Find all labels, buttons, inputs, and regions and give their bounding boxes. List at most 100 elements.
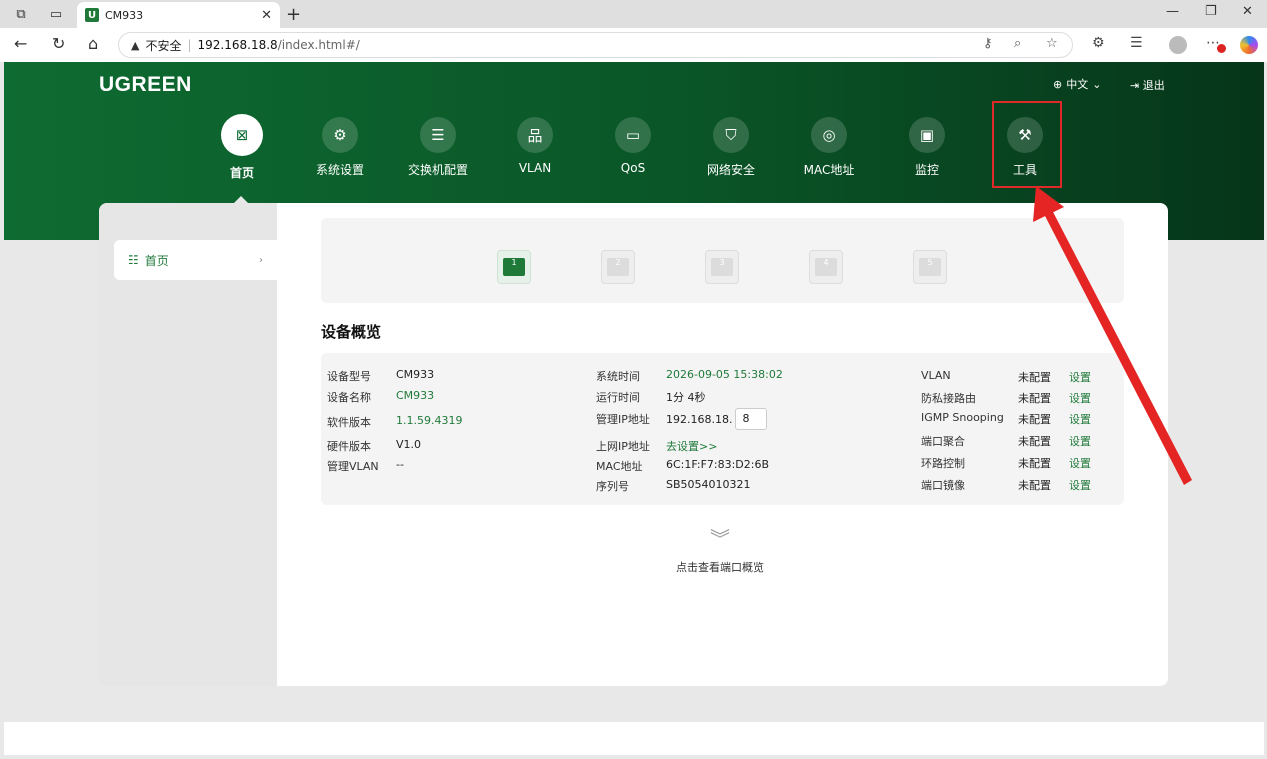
monitor-icon: ▣ [909, 117, 945, 153]
url-field[interactable]: ▲ 不安全 | 192.168.18.8/index.html#/ [118, 32, 1073, 58]
browser-tabbar: ⧉ ▭ U CM933 ✕ + — ❐ ✕ [0, 0, 1267, 28]
profile-avatar[interactable] [1169, 36, 1187, 54]
view-port-overview-link[interactable]: 点击查看端口概览 [655, 559, 785, 575]
notification-badge [1217, 44, 1226, 53]
logout-button[interactable]: ⇥ 退出 [1130, 77, 1165, 93]
info-row: 硬件版本 V1.0 [327, 438, 421, 454]
back-button[interactable]: ← [14, 34, 27, 53]
device-name-link[interactable]: CM933 [396, 389, 434, 405]
feature-status: 未配置 [1018, 413, 1051, 426]
info-key: 管理IP地址 [596, 413, 650, 426]
feature-row: 端口聚合 未配置 设置 [921, 433, 1091, 449]
feature-setup-link[interactable]: 设置 [1069, 369, 1091, 385]
nav-label: QoS [620, 161, 646, 175]
expand-chevron-icon[interactable]: ︾ [655, 523, 785, 552]
port-panel: 1 2 3 4 5 [321, 218, 1124, 303]
firmware-link[interactable]: 1.1.59.4319 [396, 414, 462, 430]
nav-item-qos[interactable]: ▭ QoS [588, 117, 678, 175]
info-row: 管理VLAN -- [327, 458, 404, 474]
port-1[interactable]: 1 [497, 250, 531, 284]
info-key: 设备名称 [327, 391, 371, 404]
tab-actions-icon[interactable]: ▭ [45, 3, 67, 25]
nav-item-mac[interactable]: ◎ MAC地址 [784, 117, 874, 178]
refresh-button[interactable]: ↻ [52, 34, 65, 53]
port-4[interactable]: 4 [809, 250, 843, 284]
nav-label: 网络安全 [706, 163, 755, 177]
nav-item-vlan[interactable]: 品 VLAN [490, 117, 580, 175]
feature-name: IGMP Snooping [921, 411, 1004, 424]
home-button[interactable]: ⌂ [88, 34, 98, 53]
sidebar-item-home[interactable]: ☷ 首页 › [114, 240, 277, 280]
content-card: ☷ 首页 › 1 2 3 4 5 设备概览 设备型号 CM933 设备名称 CM93… [99, 203, 1168, 686]
brand-logo: UGREEN [99, 73, 192, 96]
device-overview: 设备型号 CM933 设备名称 CM933 软件版本 1.1.59.4319 硬件版本… [321, 353, 1124, 505]
feature-status: 未配置 [1018, 371, 1051, 384]
feature-name: 端口聚合 [921, 435, 965, 448]
nav-item-home[interactable]: ⊠ 首页 [197, 114, 287, 181]
feature-name: VLAN [921, 369, 951, 382]
globe-icon: ◎ [811, 117, 847, 153]
info-value: -- [396, 458, 404, 471]
feature-name: 防私接路由 [921, 392, 976, 405]
feature-setup-link[interactable]: 设置 [1069, 477, 1091, 493]
nav-label: MAC地址 [803, 163, 855, 177]
feature-name: 环路控制 [921, 457, 965, 470]
workspaces-icon[interactable]: ⧉ [10, 3, 32, 25]
nav-item-system-settings[interactable]: ⚙ 系统设置 [295, 117, 385, 178]
address-bar-row: ← ↻ ⌂ ▲ 不安全 | 192.168.18.8/index.html#/ … [0, 28, 1267, 62]
info-row: 设备型号 CM933 [327, 368, 434, 384]
port-5[interactable]: 5 [913, 250, 947, 284]
feature-name: 端口镜像 [921, 479, 965, 492]
browser-tab[interactable]: U CM933 ✕ [77, 2, 280, 28]
main-nav: ⊠ 首页 ⚙ 系统设置 ☰ 交换机配置 品 VLAN ▭ QoS ⛉ 网络安全 [4, 114, 1264, 197]
key-icon[interactable]: ⚷ [983, 36, 993, 51]
chevron-down-icon: ⌄ [1092, 77, 1102, 91]
favicon-icon: U [85, 8, 99, 22]
sidebar: ☷ 首页 › [99, 203, 277, 686]
extensions-icon[interactable]: ⚙ [1092, 35, 1105, 51]
new-tab-button[interactable]: + [286, 4, 301, 25]
port-3[interactable]: 3 [705, 250, 739, 284]
nav-item-switch-config[interactable]: ☰ 交换机配置 [393, 117, 483, 178]
info-row: 设备名称 CM933 [327, 389, 434, 405]
feature-setup-link[interactable]: 设置 [1069, 390, 1091, 406]
close-window-button[interactable]: ✕ [1242, 4, 1253, 19]
web-page: UGREEN ⊕ 中文 ⌄ ⇥ 退出 ⊠ 首页 ⚙ 系统设置 ☰ 交换机配置 品… [4, 62, 1264, 755]
copilot-icon[interactable] [1240, 36, 1258, 54]
language-selector[interactable]: ⊕ 中文 ⌄ [1053, 76, 1101, 92]
info-row: 系统时间 2026-09-05 15:38:02 [596, 368, 783, 384]
feature-setup-link[interactable]: 设置 [1069, 433, 1091, 449]
port-label: 4 [815, 258, 837, 276]
nav-item-security[interactable]: ⛉ 网络安全 [686, 117, 776, 178]
favorite-star-icon[interactable]: ☆ [1046, 36, 1058, 51]
port-label: 5 [919, 258, 941, 276]
feature-setup-link[interactable]: 设置 [1069, 411, 1091, 427]
wan-setup-link[interactable]: 去设置>> [666, 438, 717, 454]
gear-icon: ⚙ [322, 117, 358, 153]
info-row: 上网IP地址 去设置>> [596, 438, 717, 454]
nav-item-monitor[interactable]: ▣ 监控 [882, 117, 972, 178]
info-key: 序列号 [596, 480, 629, 493]
feature-setup-link[interactable]: 设置 [1069, 455, 1091, 471]
ip-last-octet-input[interactable]: 8 [735, 408, 768, 430]
info-key: 管理VLAN [327, 460, 379, 473]
port-label: 3 [711, 258, 733, 276]
nav-label: 系统设置 [315, 163, 364, 177]
maximize-button[interactable]: ❐ [1205, 4, 1217, 19]
favorites-icon[interactable]: ☰ [1130, 35, 1143, 51]
feature-row: IGMP Snooping 未配置 设置 [921, 411, 1091, 427]
globe-icon: ⊕ [1053, 77, 1063, 91]
zoom-icon[interactable]: ⌕ [1014, 36, 1021, 51]
info-value: V1.0 [396, 438, 422, 451]
annotation-highlight-box [992, 101, 1062, 188]
port-2[interactable]: 2 [601, 250, 635, 284]
info-row: 管理IP地址 192.168.18. 8 [596, 408, 768, 430]
info-value: 192.168.18. [666, 412, 733, 426]
close-tab-icon[interactable]: ✕ [261, 8, 272, 23]
minimize-button[interactable]: — [1166, 4, 1179, 19]
info-value: 6C:1F:F7:83:D2:6B [666, 458, 770, 471]
switch-icon: ☰ [420, 117, 456, 153]
feature-status: 未配置 [1018, 457, 1051, 470]
security-label: 不安全 [145, 38, 182, 53]
home-icon: ⊠ [221, 114, 263, 156]
